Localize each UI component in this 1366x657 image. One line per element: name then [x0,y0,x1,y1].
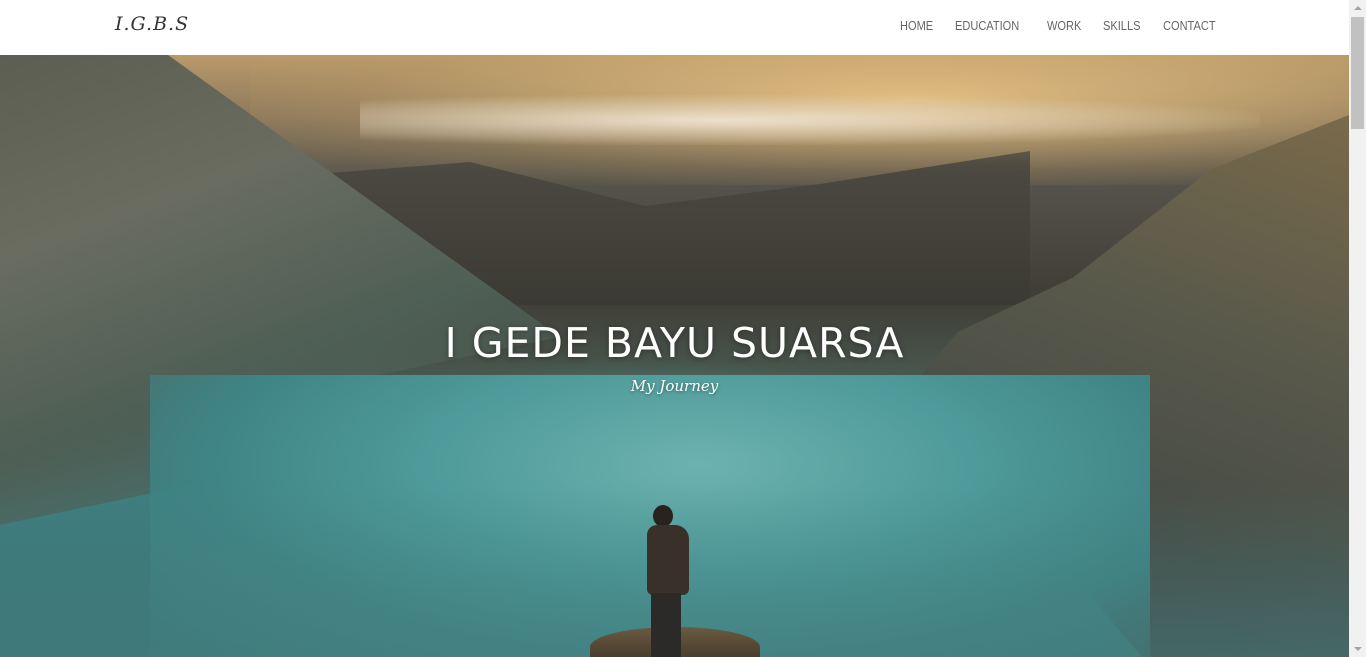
person-figure [645,503,695,657]
scroll-thumb[interactable] [1351,17,1364,129]
navbar: I.G.B.S HOME EDUCATION WORK SKILLS CONTA… [0,0,1349,55]
nav-work-link[interactable]: WORK [1047,18,1081,33]
hero-section: I GEDE BAYU SUARSA My Journey [0,55,1349,657]
nav-home-link[interactable]: HOME [900,18,933,33]
brand-logo[interactable]: I.G.B.S [115,13,189,35]
scroll-down-arrow-icon[interactable] [1349,640,1366,657]
nav-skills-link[interactable]: SKILLS [1103,18,1140,33]
page-scrollbar[interactable] [1349,0,1366,657]
scroll-up-arrow-icon[interactable] [1349,0,1366,17]
hero-subtitle: My Journey [630,377,719,395]
main-nav: HOME EDUCATION WORK SKILLS CONTACT [900,17,1225,35]
hero-title: I GEDE BAYU SUARSA [444,319,905,367]
cloud-layer [360,95,1260,145]
nav-education-link[interactable]: EDUCATION [955,18,1019,33]
nav-contact-link[interactable]: CONTACT [1163,18,1216,33]
